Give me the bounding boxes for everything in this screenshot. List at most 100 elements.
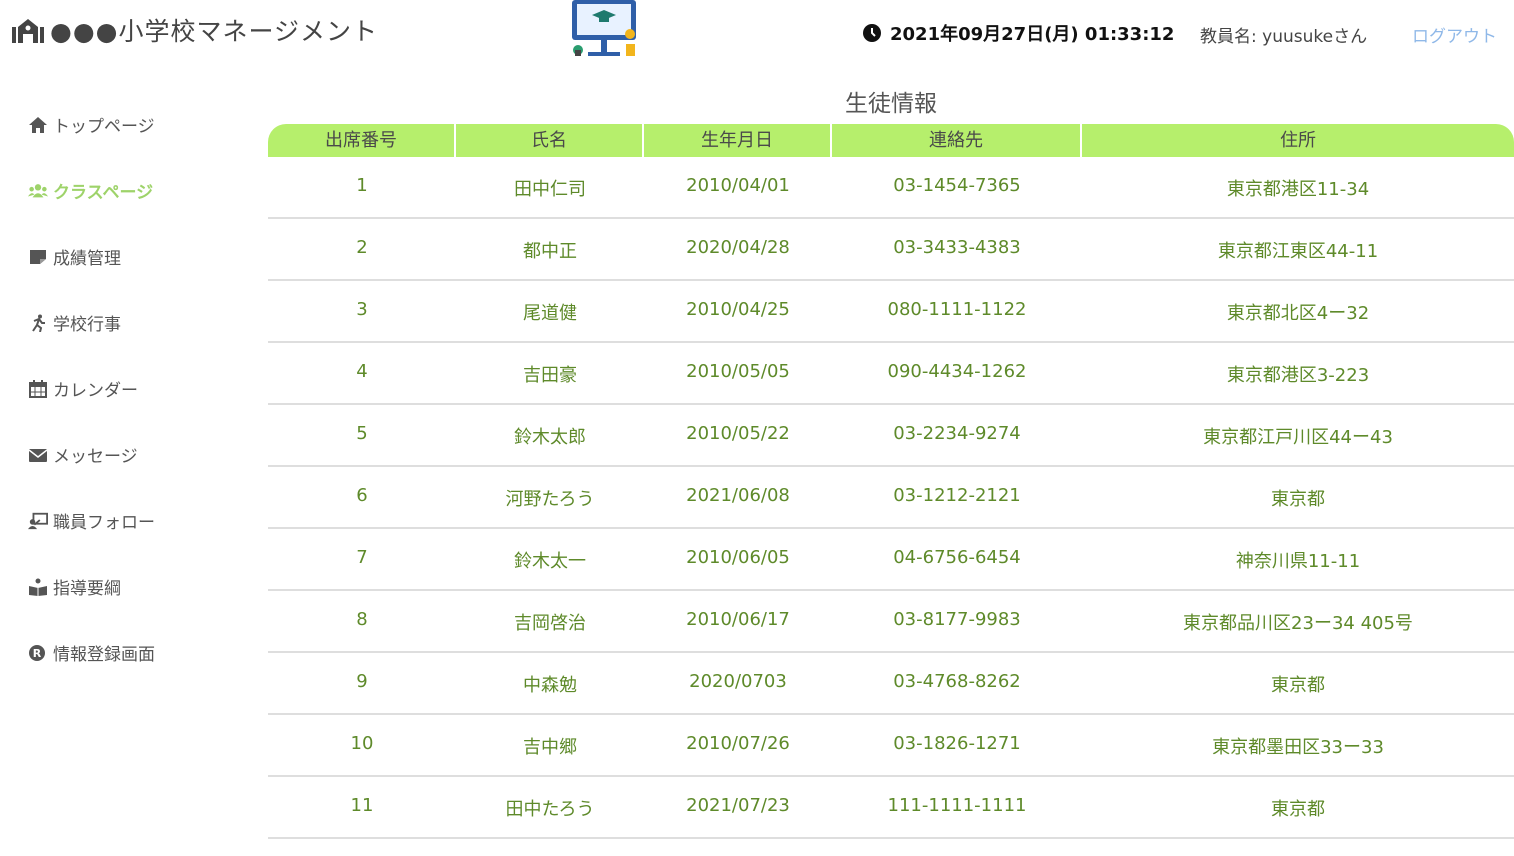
table-row[interactable]: 6 河野たろう 2021/06/08 03-1212-2121 東京都 xyxy=(268,467,1514,529)
cell-name: 鈴木太郎 xyxy=(514,427,586,448)
logout-link[interactable]: ログアウト xyxy=(1412,22,1497,47)
cell-attendance-no: 1 xyxy=(356,175,368,196)
cell-attendance-no: 6 xyxy=(356,485,368,506)
cell-contact: 03-2234-9274 xyxy=(893,423,1021,444)
cell-address: 東京都 xyxy=(1271,799,1325,820)
cell-birthdate: 2010/05/22 xyxy=(686,423,790,444)
cell-name: 都中正 xyxy=(523,241,577,262)
sidebar-item-label: クラスページ xyxy=(53,183,154,203)
table-row[interactable]: 8 吉岡啓治 2010/06/17 03-8177-9983 東京都品川区23ー… xyxy=(268,591,1514,653)
table-row[interactable]: 10 吉中郷 2010/07/26 03-1826-1271 東京都墨田区33ー… xyxy=(268,715,1514,777)
table-row[interactable]: 1 田中仁司 2010/04/01 03-1454-7365 東京都港区11-3… xyxy=(268,157,1514,219)
cell-birthdate: 2020/04/28 xyxy=(686,237,790,258)
cell-address: 東京都江東区44-11 xyxy=(1217,241,1379,262)
sidebar-item-label: トップページ xyxy=(53,117,155,137)
cell-birthdate: 2010/07/26 xyxy=(686,733,790,754)
sidebar-item-events[interactable]: 学校行事 xyxy=(28,310,121,335)
cell-name: 田中たろう xyxy=(505,799,595,820)
column-header-birthdate[interactable]: 生年月日 xyxy=(644,124,832,157)
cell-attendance-no: 7 xyxy=(356,547,368,568)
reader-icon xyxy=(29,578,47,596)
cell-attendance-no: 3 xyxy=(356,299,368,320)
cell-contact: 03-1212-2121 xyxy=(893,485,1021,506)
cell-birthdate: 2010/06/05 xyxy=(686,547,790,568)
users-icon xyxy=(28,183,48,197)
sidebar-item-class-page[interactable]: クラスページ xyxy=(28,178,153,203)
table-row[interactable]: 5 鈴木太郎 2010/05/22 03-2234-9274 東京都江戸川区44… xyxy=(268,405,1514,467)
sidebar-item-label: 情報登録画面 xyxy=(53,645,155,665)
cell-attendance-no: 8 xyxy=(356,609,368,630)
cell-contact: 03-4768-8262 xyxy=(893,671,1021,692)
sidebar-item-messages[interactable]: メッセージ xyxy=(28,442,138,467)
cell-address: 東京都港区11-34 xyxy=(1226,179,1370,200)
sidebar-item-grades[interactable]: 成績管理 xyxy=(28,244,121,269)
cell-name: 鈴木太一 xyxy=(514,551,586,572)
table-row[interactable]: 9 中森勉 2020/0703 03-4768-8262 東京都 xyxy=(268,653,1514,715)
cell-address: 神奈川県11-11 xyxy=(1235,551,1361,572)
cell-name: 中森勉 xyxy=(523,675,577,696)
cell-contact: 03-8177-9983 xyxy=(893,609,1021,630)
app-title: ●●●小学校マネージメント xyxy=(50,17,378,46)
cell-contact: 03-1826-1271 xyxy=(893,733,1021,754)
cell-name: 田中仁司 xyxy=(514,179,586,200)
top-header: ●●●小学校マネージメント 2021年09月27日(月) 01:33:12 教員… xyxy=(0,0,1514,70)
cell-name: 尾道健 xyxy=(523,303,577,324)
sidebar-item-label: 学校行事 xyxy=(53,315,121,335)
clock-icon xyxy=(863,24,881,42)
cell-birthdate: 2021/06/08 xyxy=(686,485,790,506)
cell-birthdate: 2021/07/23 xyxy=(686,795,790,816)
column-header-name[interactable]: 氏名 xyxy=(456,124,644,157)
column-header-attendance-no[interactable]: 出席番号 xyxy=(268,124,456,157)
datetime-display: 2021年09月27日(月) 01:33:12 xyxy=(862,20,1174,46)
registered-icon: R xyxy=(29,644,45,661)
table-row[interactable]: 2 都中正 2020/04/28 03-3433-4383 東京都江東区44-1… xyxy=(268,219,1514,281)
cell-contact: 04-6756-6454 xyxy=(893,547,1021,568)
cell-address: 東京都港区3-223 xyxy=(1226,365,1370,386)
student-table: 出席番号 氏名 生年月日 連絡先 住所 1 田中仁司 2010/04/01 03… xyxy=(268,124,1514,839)
table-row[interactable]: 11 田中たろう 2021/07/23 111-1111-1111 東京都 xyxy=(268,777,1514,839)
table-row[interactable]: 4 吉田豪 2010/05/05 090-4434-1262 東京都港区3-22… xyxy=(268,343,1514,405)
table-row[interactable]: 3 尾道健 2010/04/25 080-1111-1122 東京都北区4ー32 xyxy=(268,281,1514,343)
sidebar-item-label: 指導要綱 xyxy=(53,579,121,599)
column-header-contact[interactable]: 連絡先 xyxy=(832,124,1082,157)
cell-attendance-no: 11 xyxy=(350,795,374,816)
cell-contact: 111-1111-1111 xyxy=(887,795,1027,816)
note-icon xyxy=(30,249,46,264)
cell-address: 東京都北区4ー32 xyxy=(1226,303,1370,324)
cell-attendance-no: 2 xyxy=(356,237,368,258)
sidebar-item-guidelines[interactable]: 指導要綱 xyxy=(28,574,121,599)
cell-attendance-no: 5 xyxy=(356,423,368,444)
cell-address: 東京都江戸川区44ー43 xyxy=(1203,427,1393,448)
sidebar-item-label: カレンダー xyxy=(53,381,138,401)
cell-address: 東京都品川区23ー34 405号 xyxy=(1183,613,1413,634)
sidebar-item-calendar[interactable]: カレンダー xyxy=(28,376,138,401)
envelope-icon xyxy=(28,448,48,462)
cell-contact: 090-4434-1262 xyxy=(887,361,1027,382)
teacher-icon xyxy=(28,512,48,529)
sidebar-item-registration[interactable]: R 情報登録画面 xyxy=(28,640,155,665)
sidebar-item-top-page[interactable]: トップページ xyxy=(28,112,155,137)
cell-birthdate: 2010/04/25 xyxy=(686,299,790,320)
cell-contact: 080-1111-1122 xyxy=(887,299,1027,320)
svg-text:R: R xyxy=(33,647,42,660)
brand[interactable]: ●●●小学校マネージメント xyxy=(10,12,378,48)
page-title: 生徒情報 xyxy=(845,91,937,117)
current-datetime: 2021年09月27日(月) 01:33:12 xyxy=(890,24,1175,45)
classroom-logo-icon xyxy=(572,0,636,56)
cell-birthdate: 2020/0703 xyxy=(689,671,787,692)
sidebar-item-label: 職員フォロー xyxy=(53,513,155,533)
cell-address: 東京都 xyxy=(1271,489,1325,510)
cell-address: 東京都墨田区33ー33 xyxy=(1212,737,1384,758)
cell-birthdate: 2010/04/01 xyxy=(686,175,790,196)
column-header-address[interactable]: 住所 xyxy=(1082,124,1514,157)
calendar-icon xyxy=(29,379,47,398)
cell-name: 河野たろう xyxy=(505,489,595,510)
cell-attendance-no: 10 xyxy=(350,733,374,754)
home-icon xyxy=(29,116,47,133)
cell-attendance-no: 9 xyxy=(356,671,368,692)
sidebar-item-label: 成績管理 xyxy=(53,249,121,269)
sidebar-item-staff-follow[interactable]: 職員フォロー xyxy=(28,508,155,533)
school-icon xyxy=(12,19,44,43)
cell-contact: 03-1454-7365 xyxy=(893,175,1021,196)
table-row[interactable]: 7 鈴木太一 2010/06/05 04-6756-6454 神奈川県11-11 xyxy=(268,529,1514,591)
